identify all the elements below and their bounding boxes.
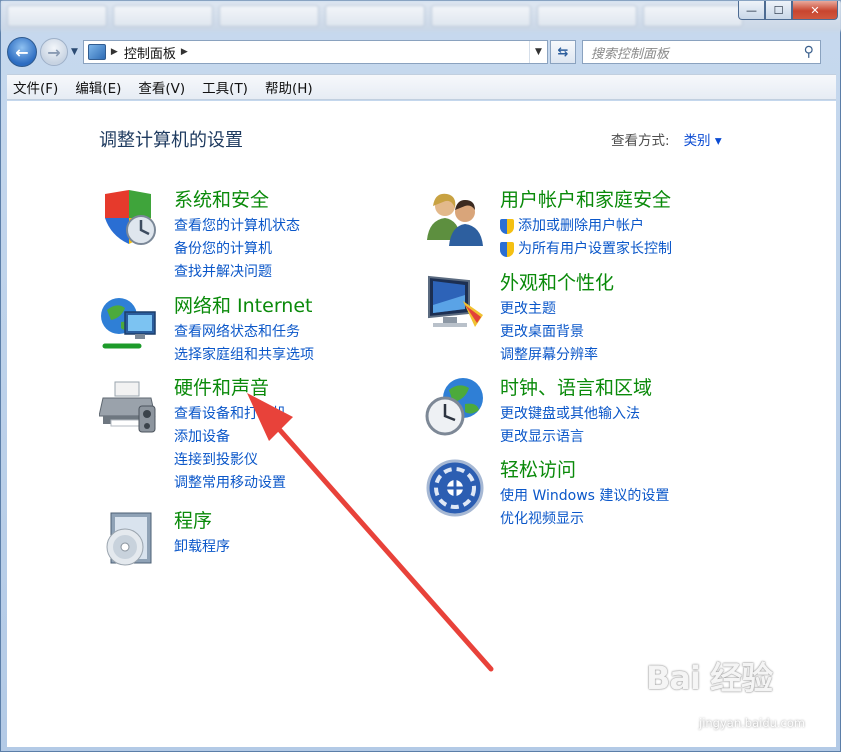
minimize-button[interactable]: —	[738, 1, 765, 20]
shield-security-icon[interactable]	[99, 188, 159, 248]
link-text[interactable]: 添加或删除用户帐户	[518, 215, 644, 238]
link-text[interactable]: 为所有用户设置家长控制	[518, 238, 672, 261]
printer-icon[interactable]	[99, 376, 159, 436]
ease-of-access-icon[interactable]	[425, 458, 485, 518]
uac-shield-icon	[500, 242, 514, 257]
category-title[interactable]: 程序	[174, 509, 212, 533]
link-item[interactable]: 优化视频显示	[500, 508, 669, 531]
category-network: 网络和 Internet 查看网络状态和任务 选择家庭组和共享选项	[99, 294, 399, 364]
category-programs: 程序 卸载程序	[99, 509, 399, 569]
category-title[interactable]: 轻松访问	[500, 458, 576, 482]
link-item[interactable]: 更改主题	[500, 298, 598, 321]
menu-bar: 文件(F) 编辑(E) 查看(V) 工具(T) 帮助(H)	[7, 74, 836, 100]
forward-button[interactable]: →	[40, 38, 68, 66]
breadcrumb-control-panel[interactable]: 控制面板	[124, 43, 176, 62]
search-icon[interactable]: ⚲	[804, 44, 814, 60]
category-links: 添加或删除用户帐户 为所有用户设置家长控制	[500, 215, 672, 261]
search-placeholder: 搜索控制面板	[590, 46, 669, 62]
category-title[interactable]: 硬件和声音	[174, 376, 269, 400]
category-links: 查看网络状态和任务 选择家庭组和共享选项	[174, 321, 314, 367]
link-item[interactable]: 更改键盘或其他输入法	[500, 403, 640, 426]
category-links: 查看设备和打印机 添加设备 连接到投影仪 调整常用移动设置	[174, 403, 286, 495]
maximize-button[interactable]: ☐	[765, 1, 792, 20]
menu-edit[interactable]: 编辑(E)	[75, 77, 121, 97]
category-title[interactable]: 用户帐户和家庭安全	[500, 188, 671, 212]
link-item[interactable]: 查看设备和打印机	[174, 403, 286, 426]
page-title: 调整计算机的设置	[99, 130, 243, 151]
link-item[interactable]: 备份您的计算机	[174, 238, 300, 261]
category-title[interactable]: 系统和安全	[174, 188, 269, 212]
close-button[interactable]: ✕	[792, 1, 838, 20]
link-item[interactable]: 添加设备	[174, 426, 286, 449]
link-item[interactable]: 为所有用户设置家长控制	[500, 238, 672, 261]
category-links: 使用 Windows 建议的设置 优化视频显示	[500, 485, 669, 531]
window-caption-buttons: — ☐ ✕	[738, 1, 838, 21]
users-icon[interactable]	[425, 188, 485, 248]
watermark-url: jingyan.baidu.com	[699, 716, 806, 730]
link-item[interactable]: 使用 Windows 建议的设置	[500, 485, 669, 508]
breadcrumb-separator-icon[interactable]: ▶	[111, 47, 118, 57]
back-button[interactable]: ←	[7, 37, 37, 67]
control-panel-window: — ☐ ✕ ← → ▼ ▶ 控制面板 ▶ ▼ ⇆ 搜索控制面板 ⚲ 文件(F) …	[0, 0, 841, 752]
recent-pages-dropdown[interactable]: ▼	[71, 47, 78, 57]
link-item[interactable]: 查看您的计算机状态	[174, 215, 300, 238]
category-system-security: 系统和安全 查看您的计算机状态 备份您的计算机 查找并解决问题	[99, 188, 399, 280]
category-hardware-sound: 硬件和声音 查看设备和打印机 添加设备 连接到投影仪 调整常用移动设置	[99, 376, 399, 491]
control-panel-icon	[87, 44, 106, 60]
address-dropdown-icon[interactable]: ▼	[528, 41, 547, 63]
view-by-dropdown[interactable]: 类别 ▾	[684, 129, 722, 149]
network-globe-icon[interactable]	[99, 294, 159, 354]
category-ease-of-access: 轻松访问 使用 Windows 建议的设置 优化视频显示	[425, 458, 805, 528]
category-title[interactable]: 网络和 Internet	[174, 294, 312, 318]
monitor-palette-icon[interactable]	[425, 271, 485, 331]
menu-help[interactable]: 帮助(H)	[265, 77, 313, 97]
uac-shield-icon	[500, 219, 514, 234]
link-item[interactable]: 查看网络状态和任务	[174, 321, 314, 344]
category-links: 查看您的计算机状态 备份您的计算机 查找并解决问题	[174, 215, 300, 284]
breadcrumb-chevron-icon[interactable]: ▶	[181, 47, 188, 57]
category-links: 更改主题 更改桌面背景 调整屏幕分辨率	[500, 298, 598, 367]
link-item[interactable]: 连接到投影仪	[174, 449, 286, 472]
search-input[interactable]: 搜索控制面板 ⚲	[581, 40, 821, 64]
category-title[interactable]: 外观和个性化	[500, 271, 614, 295]
clock-globe-icon[interactable]	[425, 376, 485, 436]
link-item[interactable]: 调整常用移动设置	[174, 472, 286, 495]
view-by: 查看方式: 类别 ▾	[611, 129, 722, 149]
link-item[interactable]: 卸载程序	[174, 536, 230, 559]
main-content: 调整计算机的设置 查看方式: 类别 ▾ 系统和安全 查看您的计算机状态 备份您的…	[7, 101, 836, 747]
link-item[interactable]: 更改桌面背景	[500, 321, 598, 344]
refresh-button[interactable]: ⇆	[549, 40, 576, 64]
link-item[interactable]: 更改显示语言	[500, 426, 640, 449]
link-item[interactable]: 查找并解决问题	[174, 261, 300, 284]
menu-tools[interactable]: 工具(T)	[202, 77, 248, 97]
menu-view[interactable]: 查看(V)	[138, 77, 185, 97]
category-links: 更改键盘或其他输入法 更改显示语言	[500, 403, 640, 449]
menu-file[interactable]: 文件(F)	[13, 77, 58, 97]
category-links: 卸载程序	[174, 536, 230, 559]
link-item[interactable]: 添加或删除用户帐户	[500, 215, 672, 238]
category-clock-language-region: 时钟、语言和区域 更改键盘或其他输入法 更改显示语言	[425, 376, 805, 446]
category-user-accounts: 用户帐户和家庭安全 添加或删除用户帐户 为所有用户设置家长控制	[425, 188, 805, 258]
category-title[interactable]: 时钟、语言和区域	[500, 376, 652, 400]
link-item[interactable]: 调整屏幕分辨率	[500, 344, 598, 367]
background-taskbar-strip	[1, 1, 841, 31]
link-item[interactable]: 选择家庭组和共享选项	[174, 344, 314, 367]
category-appearance: 外观和个性化 更改主题 更改桌面背景 调整屏幕分辨率	[425, 271, 805, 363]
programs-disc-icon[interactable]	[99, 509, 159, 569]
navigation-bar: ← → ▼ ▶ 控制面板 ▶ ▼ ⇆ 搜索控制面板 ⚲	[7, 35, 836, 69]
address-bar[interactable]: ▶ 控制面板 ▶ ▼	[82, 40, 548, 64]
watermark-logo: Bai 经验	[646, 659, 773, 697]
view-by-label: 查看方式:	[611, 133, 670, 149]
